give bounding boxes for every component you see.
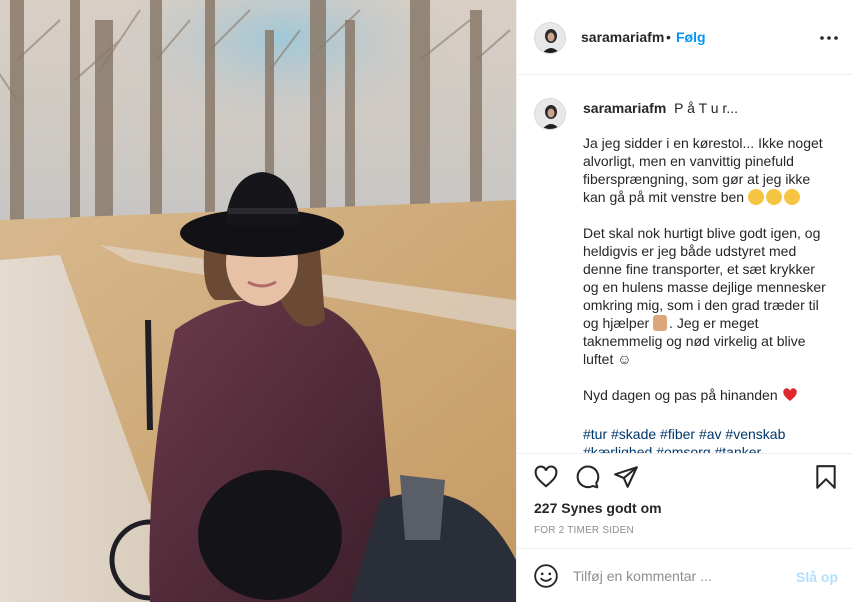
caption-avatar[interactable] bbox=[534, 98, 566, 130]
comment-input[interactable] bbox=[573, 561, 783, 591]
grimacing-emoji-icon bbox=[748, 189, 764, 205]
caption-paragraph: Det skal nok hurtigt blive godt igen, og… bbox=[583, 224, 833, 368]
action-bar bbox=[517, 455, 852, 500]
folded-hands-emoji-icon bbox=[653, 315, 668, 331]
flushed-emoji-icon bbox=[766, 189, 782, 205]
avatar[interactable] bbox=[534, 22, 566, 54]
caption-paragraph: Ja jeg sidder i en kørestol... Ikke noge… bbox=[583, 134, 833, 206]
red-heart-emoji-icon bbox=[782, 387, 798, 407]
smiley-icon[interactable] bbox=[533, 563, 559, 589]
bookmark-icon[interactable] bbox=[813, 464, 839, 490]
paper-plane-icon[interactable] bbox=[613, 464, 639, 490]
post-username[interactable]: saramariafm bbox=[581, 29, 664, 45]
hashtags[interactable]: #tur #skade #fiber #av #venskab #kærligh… bbox=[583, 425, 833, 453]
post-header: saramariafm • Følg bbox=[517, 0, 852, 75]
separator-dot: • bbox=[666, 29, 671, 45]
post-comment-button[interactable]: Slå op bbox=[796, 569, 838, 585]
heart-icon[interactable] bbox=[533, 464, 559, 490]
caption-text: Ja jeg sidder i en kørestol... Ikke noge… bbox=[583, 134, 833, 453]
caption-section: saramariafm P å T u r... Ja jeg sidder i… bbox=[517, 76, 852, 454]
comment-form: Slå op bbox=[517, 548, 852, 602]
zany-emoji-icon bbox=[784, 189, 800, 205]
caption-title-line: saramariafm P å T u r... bbox=[583, 100, 738, 116]
caption-title: P å T u r... bbox=[674, 100, 738, 116]
follow-button[interactable]: Følg bbox=[676, 29, 706, 45]
caption-username[interactable]: saramariafm bbox=[583, 100, 666, 116]
comment-icon[interactable] bbox=[574, 464, 600, 490]
likes-count[interactable]: 227 Synes godt om bbox=[534, 500, 662, 516]
post-photo-image bbox=[0, 0, 516, 602]
caption-paragraph-text: Nyd dagen og pas på hinanden bbox=[583, 387, 778, 403]
ellipsis-icon[interactable] bbox=[817, 26, 841, 50]
post-photo[interactable] bbox=[0, 0, 516, 602]
caption-paragraph: Nyd dagen og pas på hinanden bbox=[583, 386, 833, 407]
post-timestamp[interactable]: FOR 2 TIMER SIDEN bbox=[534, 525, 634, 536]
post-side-panel: saramariafm • Følg saramariafm P å T u r… bbox=[516, 0, 852, 602]
